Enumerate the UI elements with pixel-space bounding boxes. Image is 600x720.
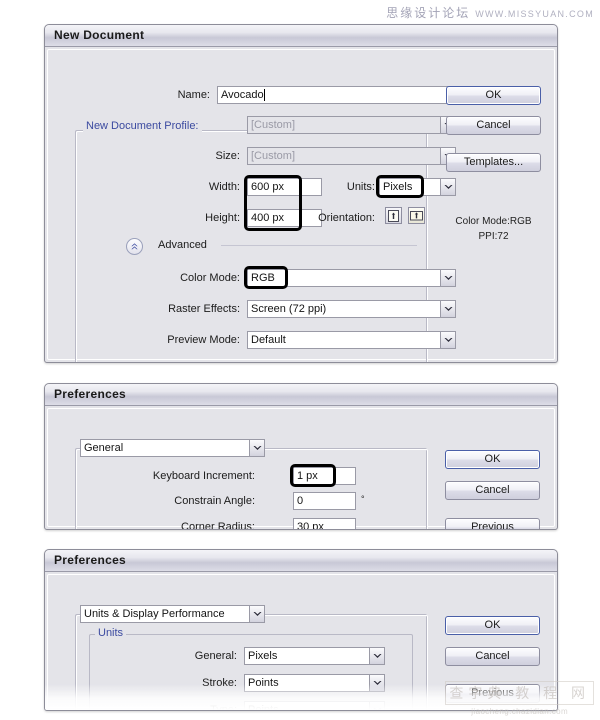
chevron-down-icon[interactable] xyxy=(440,300,456,318)
units-stroke-label: Stroke: xyxy=(202,677,237,689)
keyboard-increment-label: Keyboard Increment: xyxy=(152,470,255,482)
preferences-units-ok-button[interactable]: OK xyxy=(445,616,540,635)
chevron-down-icon[interactable] xyxy=(369,647,385,665)
preferences-general-ok-button[interactable]: OK xyxy=(445,450,540,469)
preferences-units-title: Preferences xyxy=(54,553,127,567)
watermark-bottom-cn: 查字典 教 程 网 xyxy=(445,681,594,705)
color-mode-value: RGB xyxy=(247,269,456,287)
units-general-label: General: xyxy=(194,650,237,662)
name-label: Name: xyxy=(177,89,210,101)
new-document-dialog: New Document Name: Avocado New Document … xyxy=(44,24,558,363)
width-value: 600 px xyxy=(251,181,285,193)
units-stroke-value: Points xyxy=(244,674,385,692)
units-type-value: Points xyxy=(244,701,385,710)
advanced-disclosure-button[interactable] xyxy=(126,238,143,255)
info-ppi: PPI:72 xyxy=(478,231,509,242)
constrain-angle-input[interactable]: 0 xyxy=(293,492,356,510)
height-label: Height: xyxy=(205,212,240,224)
new-document-profile-label: New Document Profile: xyxy=(83,120,202,132)
name-input-value: Avocado xyxy=(221,89,264,101)
color-mode-label: Color Mode: xyxy=(180,272,240,284)
units-general-combo[interactable]: Pixels xyxy=(244,647,385,665)
name-input[interactable]: Avocado xyxy=(217,86,456,104)
preview-mode-label: Preview Mode: xyxy=(167,334,240,346)
preferences-section-value: Units & Display Performance xyxy=(80,605,265,623)
width-label: Width: xyxy=(208,181,240,193)
corner-radius-input[interactable]: 30 px xyxy=(293,518,356,530)
units-group-label: Units xyxy=(95,627,127,639)
new-document-titlebar: New Document xyxy=(45,25,557,47)
corner-radius-value: 30 px xyxy=(297,521,324,530)
preferences-section-combo[interactable]: Units & Display Performance xyxy=(80,605,265,623)
new-document-profile-value: [Custom] xyxy=(247,116,456,134)
constrain-angle-label: Constrain Angle: xyxy=(174,495,255,507)
size-label: Size: xyxy=(215,150,240,162)
advanced-label: Advanced xyxy=(158,239,207,251)
watermark-top-url: WWW.MISSYUAN.COM xyxy=(475,9,594,19)
raster-effects-combo[interactable]: Screen (72 ppi) xyxy=(247,300,456,318)
preferences-units-titlebar: Preferences xyxy=(45,550,557,572)
chevron-down-icon[interactable] xyxy=(440,331,456,349)
units-combo[interactable]: Pixels xyxy=(379,178,456,196)
orientation-portrait-button[interactable] xyxy=(385,207,402,224)
orientation-landscape-button[interactable] xyxy=(408,207,425,224)
watermark-bottom-url: jiaocheng.chazidian.com xyxy=(471,707,569,716)
raster-effects-label: Raster Effects: xyxy=(168,303,240,315)
advanced-divider xyxy=(221,245,417,246)
chevron-down-icon[interactable] xyxy=(440,269,456,287)
units-inner-group xyxy=(89,634,413,710)
preferences-general-cancel-button[interactable]: Cancel xyxy=(445,481,540,500)
preferences-section-combo[interactable]: General xyxy=(80,439,265,457)
size-value: [Custom] xyxy=(247,147,456,165)
preview-mode-value: Default xyxy=(247,331,456,349)
chevron-down-icon[interactable] xyxy=(249,439,265,457)
units-type-label: Type: xyxy=(210,704,237,711)
chevron-down-icon[interactable] xyxy=(369,674,385,692)
new-document-ok-button[interactable]: OK xyxy=(446,86,541,105)
portrait-icon xyxy=(388,209,399,222)
chevron-down-icon[interactable] xyxy=(440,178,456,196)
keyboard-increment-value: 1 px xyxy=(297,470,318,482)
size-combo[interactable]: [Custom] xyxy=(247,147,456,165)
keyboard-increment-input[interactable]: 1 px xyxy=(293,467,356,485)
units-label: Units: xyxy=(346,181,375,193)
corner-radius-label: Corner Radius: xyxy=(181,521,255,530)
new-document-templates-button[interactable]: Templates... xyxy=(446,153,541,172)
preferences-general-titlebar: Preferences xyxy=(45,384,557,406)
preferences-general-group-shadow xyxy=(76,449,428,529)
degree-symbol: ° xyxy=(361,494,365,504)
preferences-section-value: General xyxy=(80,439,265,457)
new-document-title: New Document xyxy=(54,28,145,42)
preview-mode-combo[interactable]: Default xyxy=(247,331,456,349)
watermark-bottom: 查字典 教 程 网 jiaocheng.chazidian.com xyxy=(445,681,594,716)
watermark-top-cn: 思缘设计论坛 xyxy=(386,6,471,20)
landscape-icon xyxy=(410,211,423,221)
preferences-general-title: Preferences xyxy=(54,387,127,401)
watermark-top: 思缘设计论坛 WWW.MISSYUAN.COM xyxy=(386,4,594,21)
units-general-value: Pixels xyxy=(244,647,385,665)
new-document-cancel-button[interactable]: Cancel xyxy=(446,116,541,135)
chevron-down-icon[interactable] xyxy=(369,701,385,710)
preferences-units-cancel-button[interactable]: Cancel xyxy=(445,647,540,666)
width-input[interactable]: 600 px xyxy=(247,178,322,196)
units-stroke-combo[interactable]: Points xyxy=(244,674,385,692)
info-color-mode: Color Mode:RGB xyxy=(455,216,532,227)
height-value: 400 px xyxy=(251,212,285,224)
preferences-general-previous-button[interactable]: Previous xyxy=(445,518,540,529)
chevron-double-up-icon xyxy=(131,243,138,250)
new-document-profile-combo[interactable]: [Custom] xyxy=(247,116,456,134)
chevron-down-icon[interactable] xyxy=(249,605,265,623)
orientation-label: Orientation: xyxy=(318,212,375,224)
units-type-combo[interactable]: Points xyxy=(244,701,385,710)
constrain-angle-value: 0 xyxy=(297,495,304,507)
preferences-general-dialog: Preferences General Keyboard Increment: … xyxy=(44,383,558,530)
raster-effects-value: Screen (72 ppi) xyxy=(247,300,456,318)
color-mode-combo[interactable]: RGB xyxy=(247,269,456,287)
